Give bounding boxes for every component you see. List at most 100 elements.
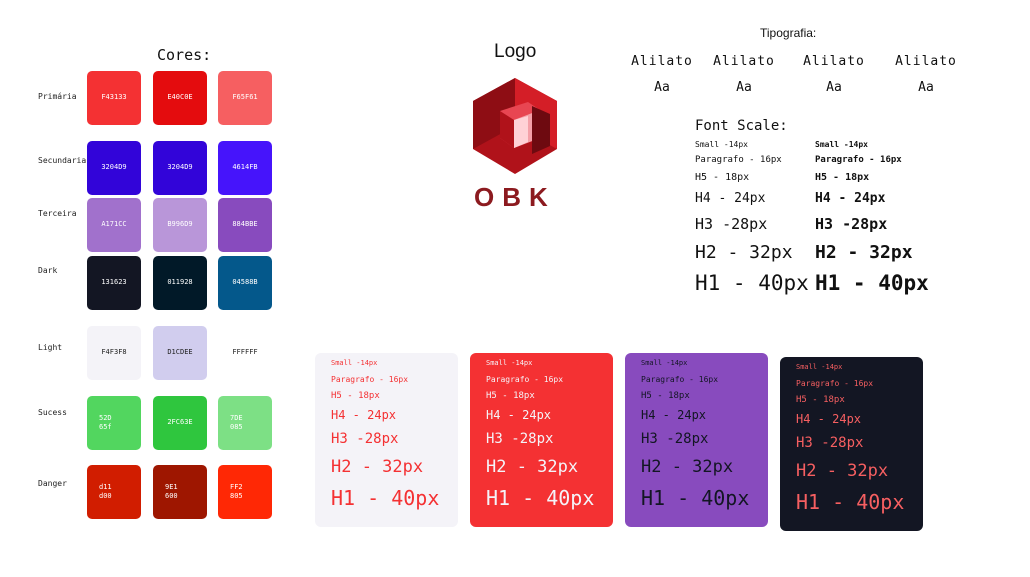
brand-wordmark: OBK: [474, 182, 556, 212]
card-scale-item: H5 - 18px: [796, 395, 845, 405]
logo-section-title: Logo: [494, 41, 537, 62]
color-swatch-hex: 4614FB: [232, 163, 258, 172]
font-scale-item: H5 - 18px: [695, 172, 750, 183]
color-swatch: F65F61: [218, 71, 272, 125]
card-scale-item: Small -14px: [331, 359, 378, 367]
color-swatch: B996D9: [153, 198, 207, 252]
color-swatch-hex: D1CDEE: [167, 348, 193, 357]
font-scale-item: H1 - 40px: [695, 271, 809, 295]
color-swatch-hex: 04588B: [232, 278, 258, 287]
color-swatch: 52D 65f: [87, 396, 141, 450]
color-swatch: 3204D9: [87, 141, 141, 195]
font-sample-name: Alilato: [713, 54, 775, 69]
color-swatch-hex: A171CC: [101, 220, 127, 229]
color-swatch: 2FC63E: [153, 396, 207, 450]
color-row-label: Primária: [38, 92, 77, 101]
color-swatch: 9E1 600: [153, 465, 207, 519]
card-scale-item: H3 -28px: [331, 431, 399, 447]
color-swatch-hex: 011928: [167, 278, 193, 287]
color-swatch: d11 d00: [87, 465, 141, 519]
card-scale-item: Small -14px: [486, 359, 533, 367]
card-scale-item: H5 - 18px: [641, 391, 690, 401]
card-scale-item: H3 -28px: [641, 431, 709, 447]
color-swatch: 4614FB: [218, 141, 272, 195]
color-row-label: Dark: [38, 266, 58, 275]
color-swatch-hex: 9E1 600: [165, 482, 178, 500]
card-scale-item: Paragrafo - 16px: [796, 379, 874, 388]
card-scale-item: H4 - 24px: [641, 408, 707, 422]
card-scale-item: H1 - 40px: [486, 486, 595, 510]
font-scale-item-bold: H2 - 32px: [815, 242, 913, 263]
color-swatch-hex: 3204D9: [101, 163, 127, 172]
card-scale-item: Paragrafo - 16px: [331, 375, 409, 384]
color-swatch-hex: 2FC63E: [167, 418, 193, 427]
card-scale-item: H2 - 32px: [641, 457, 734, 477]
color-row-label: Sucess: [38, 408, 67, 417]
font-sample-aa: Aa: [736, 80, 752, 95]
font-sample-name: Alilato: [803, 54, 865, 69]
hexagon-cube-logo-icon: [470, 76, 560, 180]
color-swatch-hex: B996D9: [167, 220, 193, 229]
color-swatch: F43133: [87, 71, 141, 125]
card-scale-item: H4 - 24px: [486, 408, 552, 422]
color-swatch-hex: FF2 805: [230, 482, 243, 500]
font-scale-item-bold: H4 - 24px: [815, 191, 886, 206]
color-swatch-hex: E40C0E: [167, 93, 193, 102]
color-swatch: 04588B: [218, 256, 272, 310]
color-swatch-hex: F65F61: [232, 93, 258, 102]
color-swatch-hex: 131623: [101, 278, 127, 287]
color-swatch: FFFFFF: [218, 326, 272, 380]
card-scale-item: H4 - 24px: [331, 408, 397, 422]
card-scale-item: H2 - 32px: [796, 461, 889, 481]
card-scale-item: H5 - 18px: [331, 391, 380, 401]
card-scale-item: Small -14px: [796, 363, 843, 371]
font-sample-aa: Aa: [918, 80, 934, 95]
color-swatch-hex: 3204D9: [167, 163, 193, 172]
color-swatch: A171CC: [87, 198, 141, 252]
type-preview-card: Small -14px Paragrafo - 16px H5 - 18px H4 -…: [780, 357, 923, 531]
color-swatch-hex: 884BBE: [232, 220, 258, 229]
color-swatch: FF2 805: [218, 465, 272, 519]
color-swatch: 7DE 085: [218, 396, 272, 450]
card-scale-item: Small -14px: [641, 359, 688, 367]
font-scale-item-bold: H1 - 40px: [815, 271, 929, 295]
card-scale-item: H4 - 24px: [796, 412, 862, 426]
font-scale-item-bold: H5 - 18px: [815, 172, 870, 183]
card-scale-item: H3 -28px: [486, 431, 554, 447]
color-swatch: 011928: [153, 256, 207, 310]
font-scale-item: Small -14px: [695, 140, 748, 149]
color-swatch-hex: F43133: [101, 93, 127, 102]
type-preview-card: Small -14px Paragrafo - 16px H5 - 18px H4 -…: [625, 353, 768, 527]
color-swatch: F4F3F8: [87, 326, 141, 380]
card-scale-item: H2 - 32px: [486, 457, 579, 477]
font-scale-item-bold: H3 -28px: [815, 215, 888, 233]
colors-section-title: Cores:: [157, 46, 212, 64]
type-preview-card: Small -14px Paragrafo - 16px H5 - 18px H4 -…: [470, 353, 613, 527]
card-scale-item: H1 - 40px: [331, 486, 440, 510]
font-sample-aa: Aa: [654, 80, 670, 95]
color-row-label: Danger: [38, 479, 67, 488]
type-preview-card: Small -14px Paragrafo - 16px H5 - 18px H4 -…: [315, 353, 458, 527]
font-sample-name: Alilato: [895, 54, 957, 69]
color-row-label: Light: [38, 343, 63, 352]
color-swatch: D1CDEE: [153, 326, 207, 380]
font-scale-title: Font Scale:: [695, 118, 788, 134]
color-swatch-hex: FFFFFF: [232, 348, 258, 357]
card-scale-item: Paragrafo - 16px: [486, 375, 564, 384]
card-scale-item: H3 -28px: [796, 435, 864, 451]
color-swatch: E40C0E: [153, 71, 207, 125]
card-scale-item: Paragrafo - 16px: [641, 375, 719, 384]
font-sample-aa: Aa: [826, 80, 842, 95]
font-scale-item: H4 - 24px: [695, 191, 766, 206]
font-sample-name: Alilato: [631, 54, 693, 69]
color-swatch-hex: 7DE 085: [230, 413, 243, 431]
font-scale-item-bold: Paragrafo - 16px: [815, 155, 902, 165]
color-row-label: Terceira: [38, 209, 77, 218]
font-scale-item: Paragrafo - 16px: [695, 155, 782, 165]
color-swatch: 131623: [87, 256, 141, 310]
card-scale-item: H2 - 32px: [331, 457, 424, 477]
card-scale-item: H5 - 18px: [486, 391, 535, 401]
color-row-label: Secundaria: [38, 156, 87, 165]
card-scale-item: H1 - 40px: [641, 486, 750, 510]
color-swatch: 884BBE: [218, 198, 272, 252]
